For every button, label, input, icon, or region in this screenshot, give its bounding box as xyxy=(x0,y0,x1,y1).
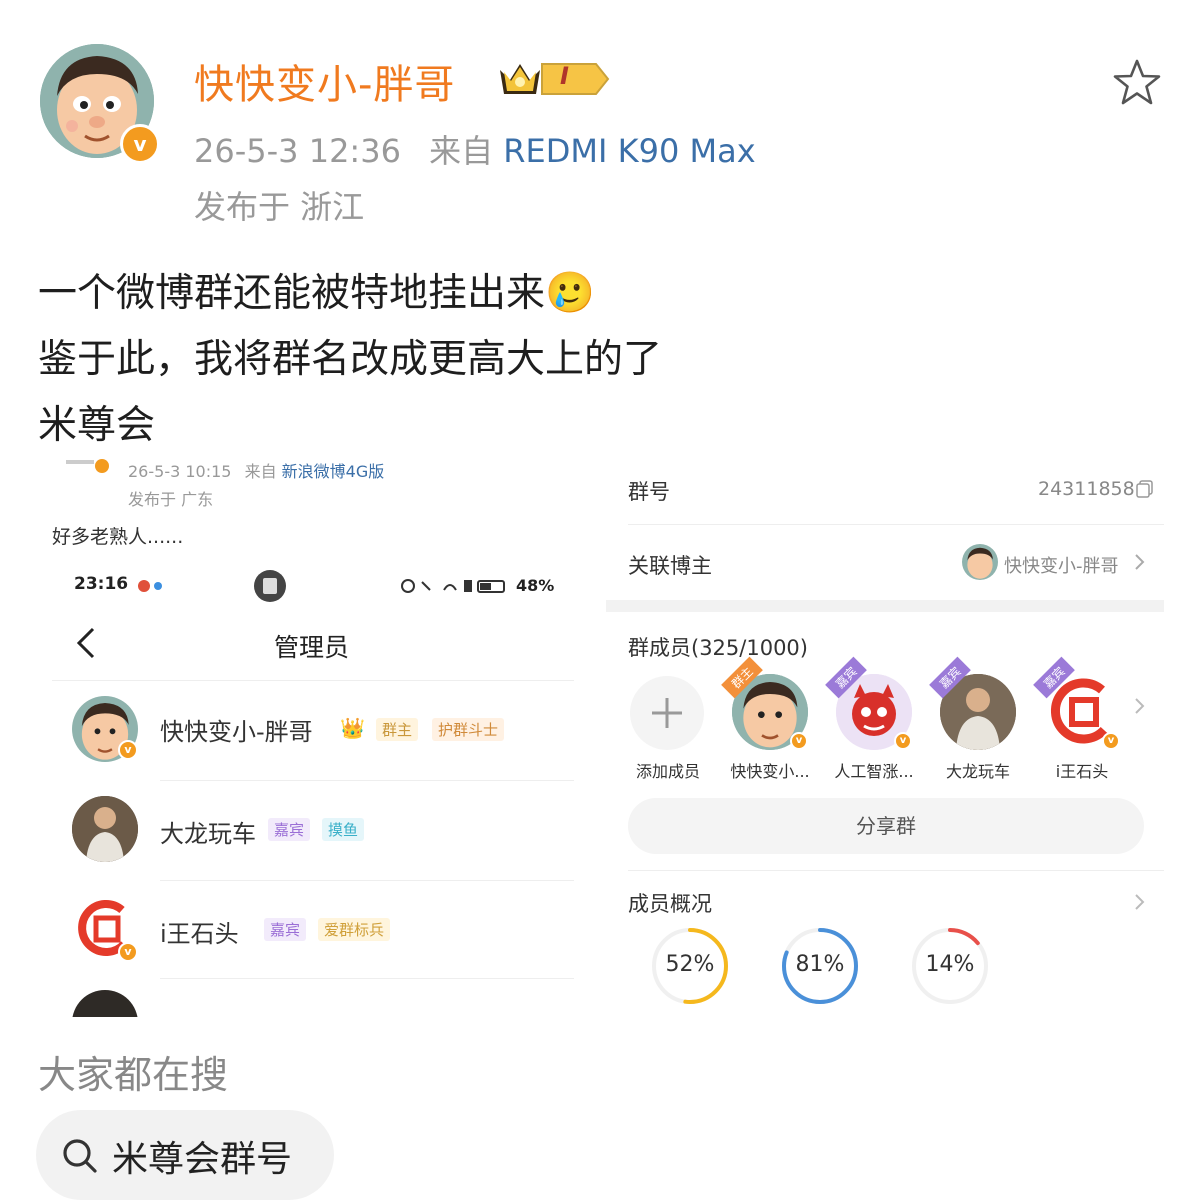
emoji-icon: 🥲 xyxy=(545,270,595,316)
related-name[interactable]: 快快变小-胖哥 xyxy=(1004,552,1119,578)
copy-icon[interactable] xyxy=(1136,480,1154,502)
row-divider xyxy=(160,780,574,781)
row-divider xyxy=(160,978,574,979)
left-post-time: 26-5-3 10:15 xyxy=(128,462,232,481)
ring-1: 52% xyxy=(650,926,730,1006)
overview-title: 成员概况 xyxy=(628,892,712,916)
members-chevron-icon[interactable] xyxy=(1134,696,1146,720)
member-2-verified-icon: v xyxy=(894,732,912,750)
admin-2-name: 大龙玩车 xyxy=(160,820,256,848)
share-group-button[interactable]: 分享群 xyxy=(628,798,1144,854)
group-id-label: 群号 xyxy=(628,480,670,504)
status-time: 23:16 xyxy=(74,574,129,594)
post-meta: 26-5-3 12:36 来自 REDMI K90 Max xyxy=(194,126,756,172)
status-icons-right xyxy=(400,578,510,598)
left-post-text: 好多老熟人...... xyxy=(52,526,184,548)
author-name[interactable]: 快快变小-胖哥 xyxy=(194,52,455,110)
admin-1-name: 快快变小-胖哥 xyxy=(160,718,313,746)
admin-row-3[interactable]: v i王石头 嘉宾 爱群标兵 xyxy=(52,888,574,978)
member-1-name: 快快变小... xyxy=(730,762,810,781)
post-from-prefix: 来自 xyxy=(429,132,494,170)
post-line-2: 鉴于此，我将群名改成更高大上的了 xyxy=(38,337,663,382)
admin-1-tag-1: 群主 xyxy=(376,718,419,741)
member-4-name: i王石头 xyxy=(1055,762,1109,781)
favorite-star-icon[interactable] xyxy=(1112,58,1162,110)
app-icon xyxy=(254,570,286,602)
section-separator xyxy=(606,600,1164,612)
mini-avatar-icon xyxy=(66,458,110,476)
admin-2-tag-2: 摸鱼 xyxy=(322,818,365,841)
status-icons-left xyxy=(138,578,168,597)
related-chevron-icon[interactable] xyxy=(1134,552,1146,576)
member-2-name: 人工智涨... xyxy=(834,762,914,781)
admin-1-verified-icon: v xyxy=(118,740,138,760)
related-avatar xyxy=(962,544,998,580)
admin-1-tag-2: 护群斗士 xyxy=(432,718,505,741)
left-post-location: 发布于 广东 xyxy=(128,490,214,509)
admin-3-tag-2: 爱群标兵 xyxy=(318,918,391,941)
nav-divider xyxy=(52,680,574,681)
back-chevron-icon[interactable] xyxy=(74,626,98,664)
right-divider xyxy=(628,870,1164,871)
post-time: 26-5-3 12:36 xyxy=(194,132,401,170)
admin-3-name: i王石头 xyxy=(160,920,239,948)
admin-2-tag-1: 嘉宾 xyxy=(268,818,311,841)
ring-2: 81% xyxy=(780,926,860,1006)
embedded-image[interactable]: 26-5-3 10:15 来自 新浪微博4G版 发布于 广东 好多老熟人....… xyxy=(38,452,1170,1017)
member-1-verified-icon: v xyxy=(790,732,808,750)
search-icon xyxy=(60,1136,100,1180)
admin-3-verified-icon: v xyxy=(118,942,138,962)
member-4-verified-icon: v xyxy=(1102,732,1120,750)
vip-level: I xyxy=(560,62,569,90)
admin-3-tag-1: 嘉宾 xyxy=(264,918,307,941)
post-line-1-text: 一个微博群还能被特地挂出来 xyxy=(38,271,546,316)
post-location: 发布于 浙江 xyxy=(194,188,365,226)
ring-2-label: 81% xyxy=(795,952,845,977)
admin-1-crown-icon: 👑 xyxy=(340,716,365,740)
nav-title: 管理员 xyxy=(274,633,350,662)
overview-chevron-icon[interactable] xyxy=(1134,892,1146,916)
right-divider xyxy=(628,524,1164,525)
admin-row-2[interactable]: 大龙玩车 嘉宾 摸鱼 xyxy=(52,790,574,880)
verified-badge-icon: v xyxy=(120,124,160,164)
group-id-value: 24311858 xyxy=(1038,478,1135,500)
search-suggestion-text[interactable]: 米尊会群号 xyxy=(112,1130,292,1182)
admin-4-avatar-partial xyxy=(72,990,138,1017)
left-post-device: 新浪微博4G版 xyxy=(281,462,385,481)
add-member-label: 添加成员 xyxy=(635,762,700,781)
member-3-name: 大龙玩车 xyxy=(945,762,1010,781)
post-line-3: 米尊会 xyxy=(38,403,156,448)
post-line-1: 一个微博群还能被特地挂出来🥲 xyxy=(38,262,595,318)
row-divider xyxy=(160,880,574,881)
search-section-title: 大家都在搜 xyxy=(38,1053,229,1097)
vip-crown-icon: I xyxy=(498,56,610,106)
ring-1-label: 52% xyxy=(665,952,715,977)
ring-3-label: 14% xyxy=(925,952,975,977)
post-device[interactable]: REDMI K90 Max xyxy=(503,132,755,170)
admin-row-1[interactable]: v 快快变小-胖哥 👑 群主 护群斗士 xyxy=(52,688,574,778)
related-label: 关联博主 xyxy=(628,554,712,578)
left-post-from: 来自 xyxy=(244,462,277,481)
members-title: 群成员(325/1000) xyxy=(628,636,808,660)
add-member-button[interactable] xyxy=(630,676,704,750)
admin-2-avatar xyxy=(72,796,138,862)
ring-3: 14% xyxy=(910,926,990,1006)
battery-level: 48% xyxy=(516,576,555,595)
